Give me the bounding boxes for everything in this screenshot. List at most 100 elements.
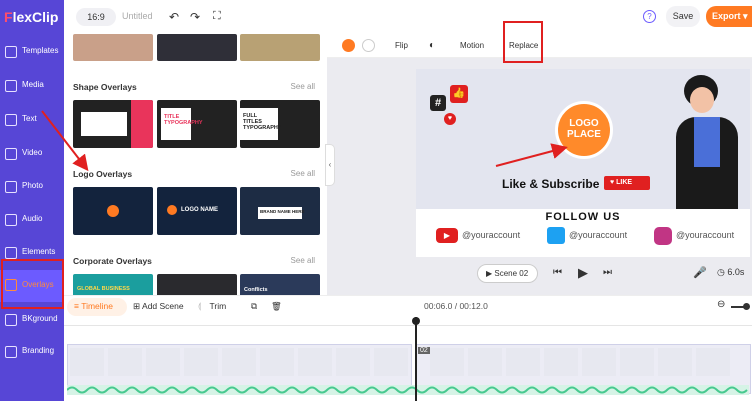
overlays-icon — [5, 279, 17, 291]
shape-overlay-thumb-2[interactable]: TITLE TYPOGRAPHY — [157, 100, 237, 148]
undo-icon[interactable]: ↶ — [169, 10, 179, 24]
audio-waveform[interactable] — [67, 385, 749, 395]
sidebar-item-text[interactable]: Text — [0, 106, 64, 136]
follow-us-title: FOLLOW US — [545, 211, 621, 223]
audio-icon — [5, 214, 17, 226]
timeline: 02 — [64, 317, 752, 401]
duplicate-icon[interactable]: ⧉ — [251, 301, 257, 312]
export-button[interactable]: Export ▾ — [706, 6, 752, 27]
like-badge: ♥ LIKE — [604, 176, 650, 190]
playback-bar: ▶ Scene 02 ⏮ ▶ ⏭ 🎤 ◷ 6.0s — [327, 263, 752, 285]
play-icon: ▶ — [486, 269, 493, 278]
character-shirt — [694, 117, 720, 167]
overlays-panel: Shape Overlays See all TITLE TYPOGRAPHY … — [64, 34, 327, 295]
trim-icon: ⟬ — [198, 301, 202, 311]
sidebar-item-templates[interactable]: Templates — [0, 38, 64, 68]
color-swatch-orange[interactable] — [342, 39, 355, 52]
media-icon — [5, 80, 17, 92]
playhead[interactable] — [415, 317, 417, 401]
project-title[interactable]: Untitled — [122, 11, 153, 21]
section-title-shape-overlays: Shape Overlays — [73, 82, 137, 92]
overlay-thumb-partial-3[interactable] — [240, 34, 320, 61]
corporate-overlay-thumb-3[interactable]: Conflicts — [240, 274, 320, 295]
opacity-icon[interactable]: ◐ — [429, 40, 435, 51]
add-scene-button[interactable]: ⊞ Add Scene — [133, 301, 184, 312]
sidebar-item-media[interactable]: Media — [0, 72, 64, 102]
delete-icon[interactable]: 🗑 — [271, 301, 282, 312]
save-button[interactable]: Save — [666, 6, 700, 27]
see-all-shape-overlays[interactable]: See all — [291, 82, 315, 91]
timeline-icon: ≡ — [74, 301, 79, 311]
redo-icon[interactable]: ↷ — [190, 10, 200, 24]
clip-index: 02 — [418, 347, 430, 354]
timeline-tab[interactable]: ≡ Timeline — [74, 301, 113, 311]
heart-icon: ♥ — [610, 179, 615, 186]
logo-overlay-thumb-1[interactable] — [73, 187, 153, 235]
text-icon — [5, 114, 17, 126]
color-swatch-white[interactable] — [362, 39, 375, 52]
character-face — [690, 87, 714, 113]
zoom-out-icon[interactable]: ⊖ — [717, 299, 725, 310]
photo-icon — [5, 181, 17, 193]
section-title-logo-overlays: Logo Overlays — [73, 169, 133, 179]
logo-overlay-thumb-3[interactable]: BRAND NAME HERE — [240, 187, 320, 235]
fullscreen-icon[interactable]: ⛶ — [213, 10, 221, 23]
scene-selector[interactable]: ▶ Scene 02 — [477, 264, 538, 283]
help-icon[interactable]: ? — [643, 10, 656, 23]
next-icon[interactable]: ⏭ — [603, 267, 612, 278]
section-title-corporate-overlays: Corporate Overlays — [73, 256, 152, 266]
youtube-account: @youraccount — [462, 230, 521, 240]
motion-button[interactable]: Motion — [460, 41, 484, 50]
twitter-account: @youraccount — [569, 230, 628, 240]
video-icon — [5, 148, 17, 160]
aspect-ratio-button[interactable]: 16:9 — [76, 8, 116, 26]
play-button[interactable]: ▶ — [578, 265, 588, 281]
heart-icon: ♥ — [444, 113, 456, 125]
logo-placeholder[interactable]: LOGO PLACE — [555, 101, 613, 159]
microphone-icon[interactable]: 🎤 — [693, 266, 707, 279]
top-bar: 16:9 Untitled ↶ ↷ ⛶ ? Save Export ▾ — [64, 0, 752, 34]
overlay-thumb-partial-2[interactable] — [157, 34, 237, 61]
elements-icon — [5, 247, 17, 259]
previous-icon[interactable]: ⏮ — [553, 267, 562, 278]
video-preview[interactable]: # 👍 ♥ LOGO PLACE Like & Subscribe ♥ LIKE … — [416, 69, 750, 257]
background-icon — [5, 314, 17, 326]
sidebar-item-bkground[interactable]: BKground — [0, 306, 64, 336]
branding-icon — [5, 346, 17, 358]
sidebar-item-audio[interactable]: Audio — [0, 206, 64, 236]
sidebar-item-video[interactable]: Video — [0, 140, 64, 170]
timecode: 00:06.0 / 00:12.0 — [424, 301, 488, 311]
like-subscribe-text: Like & Subscribe — [502, 177, 600, 191]
instagram-icon — [654, 227, 672, 245]
replace-button[interactable]: Replace — [509, 41, 538, 50]
sidebar-item-elements[interactable]: Elements — [0, 239, 64, 269]
zoom-slider-handle[interactable] — [743, 303, 750, 310]
see-all-corporate-overlays[interactable]: See all — [291, 256, 315, 265]
sidebar-item-photo[interactable]: Photo — [0, 173, 64, 203]
see-all-logo-overlays[interactable]: See all — [291, 169, 315, 178]
overlay-thumb-partial-1[interactable] — [73, 34, 153, 61]
app-logo[interactable]: FlexClip — [4, 9, 58, 25]
sidebar: FlexClip Templates Media Text Video Phot… — [0, 0, 64, 401]
sidebar-item-overlays[interactable]: Overlays — [0, 270, 64, 302]
shape-overlay-thumb-3[interactable]: FULL TITLES TYPOGRAPHY — [240, 100, 320, 148]
collapse-panel-handle[interactable]: ‹ — [325, 144, 335, 186]
shape-overlay-thumb-1[interactable] — [73, 100, 153, 148]
clock-icon: ◷ — [717, 267, 725, 277]
thumbs-up-icon: 👍 — [450, 85, 468, 103]
instagram-account: @youraccount — [676, 230, 735, 240]
hashtag-icon: # — [430, 95, 446, 111]
twitter-icon — [547, 227, 565, 244]
options-bar: Flip ◐ Motion Replace — [327, 34, 752, 58]
corporate-overlay-thumb-1[interactable]: GLOBAL BUSINESS — [73, 274, 153, 295]
logo-overlay-thumb-2[interactable]: LOGO NAME — [157, 187, 237, 235]
templates-icon — [5, 46, 17, 58]
corporate-overlay-thumb-2[interactable] — [157, 274, 237, 295]
scene-duration[interactable]: ◷ 6.0s — [717, 267, 744, 278]
trim-button[interactable]: ⟬ Trim — [198, 301, 226, 312]
flip-button[interactable]: Flip — [395, 41, 408, 50]
sidebar-item-branding[interactable]: Branding — [0, 338, 64, 368]
playhead-handle[interactable] — [412, 317, 420, 325]
chevron-down-icon: ▾ — [743, 11, 748, 21]
add-icon: ⊞ — [133, 301, 141, 311]
